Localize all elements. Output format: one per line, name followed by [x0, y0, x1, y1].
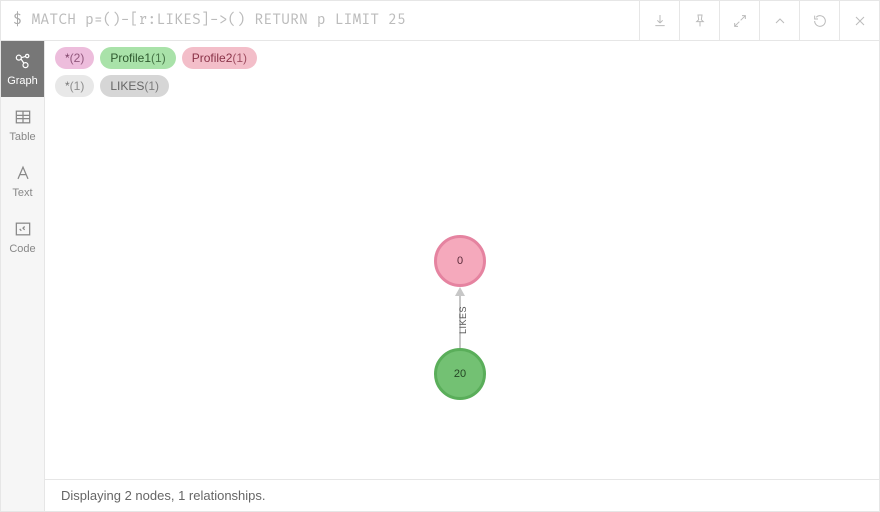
- graph-node-profile1[interactable]: 20: [434, 348, 486, 400]
- graph-node-profile2[interactable]: 0: [434, 235, 486, 287]
- pin-icon: [692, 13, 708, 29]
- status-text: Displaying 2 nodes, 1 relationships.: [61, 488, 266, 503]
- legend-chips: *(2) Profile1(1) Profile2(1) *(1) LIKES(…: [45, 41, 879, 99]
- rerun-button[interactable]: [799, 1, 839, 41]
- chip-node-profile1[interactable]: Profile1(1): [100, 47, 175, 69]
- node-chip-row: *(2) Profile1(1) Profile2(1): [55, 47, 869, 69]
- tab-text-label: Text: [12, 187, 32, 199]
- expand-icon: [732, 13, 748, 29]
- tab-code[interactable]: Code: [1, 209, 44, 265]
- query-prompt: $: [13, 12, 22, 29]
- download-icon: [652, 13, 668, 29]
- pin-button[interactable]: [679, 1, 719, 41]
- tab-table-label: Table: [9, 131, 35, 143]
- body: Graph Table Text Code *(2) Profile1(1) P…: [1, 41, 879, 511]
- view-tabs: Graph Table Text Code: [1, 41, 45, 511]
- edge-label: LIKES: [458, 306, 468, 334]
- rel-chip-row: *(1) LIKES(1): [55, 75, 869, 97]
- graph-icon: [13, 51, 33, 71]
- tab-text[interactable]: Text: [1, 153, 44, 209]
- status-footer: Displaying 2 nodes, 1 relationships.: [45, 479, 879, 511]
- topbar: $ MATCH p=()-[r:LIKES]->() RETURN p LIMI…: [1, 1, 879, 41]
- main-panel: *(2) Profile1(1) Profile2(1) *(1) LIKES(…: [45, 41, 879, 511]
- chevron-up-icon: [772, 13, 788, 29]
- close-button[interactable]: [839, 1, 879, 41]
- chip-node-profile2[interactable]: Profile2(1): [182, 47, 257, 69]
- tab-graph[interactable]: Graph: [1, 41, 44, 97]
- collapse-button[interactable]: [759, 1, 799, 41]
- chip-node-all[interactable]: *(2): [55, 47, 94, 69]
- tab-graph-label: Graph: [7, 75, 38, 87]
- table-icon: [13, 107, 33, 127]
- app-root: $ MATCH p=()-[r:LIKES]->() RETURN p LIMI…: [0, 0, 880, 512]
- refresh-icon: [812, 13, 828, 29]
- topbar-actions: [639, 1, 879, 41]
- download-button[interactable]: [639, 1, 679, 41]
- code-icon: [13, 219, 33, 239]
- query-text: MATCH p=()-[r:LIKES]->() RETURN p LIMIT …: [32, 12, 406, 29]
- close-icon: [852, 13, 868, 29]
- tab-table[interactable]: Table: [1, 97, 44, 153]
- expand-button[interactable]: [719, 1, 759, 41]
- chip-rel-likes[interactable]: LIKES(1): [100, 75, 169, 97]
- query-editor[interactable]: $ MATCH p=()-[r:LIKES]->() RETURN p LIMI…: [1, 12, 639, 29]
- tab-code-label: Code: [9, 243, 35, 255]
- text-icon: [13, 163, 33, 183]
- graph-canvas[interactable]: LIKES 0 20: [45, 99, 879, 479]
- arrowhead-icon: [455, 287, 465, 296]
- chip-rel-all[interactable]: *(1): [55, 75, 94, 97]
